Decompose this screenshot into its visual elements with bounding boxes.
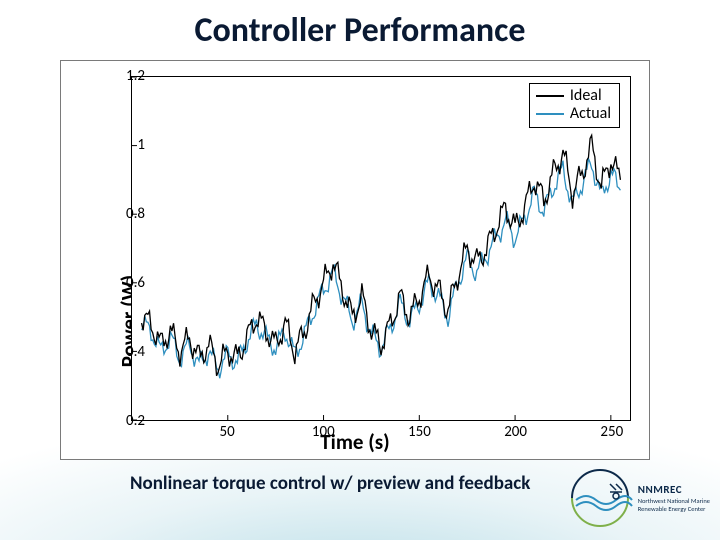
logo-line2: Renewable Energy Center bbox=[638, 506, 710, 513]
x-tick-label: 50 bbox=[220, 423, 235, 441]
y-tick-label: 1 bbox=[105, 136, 145, 154]
y-tick-label: 0.6 bbox=[105, 274, 145, 292]
plot-area: Ideal Actual bbox=[131, 76, 631, 421]
x-tick-label: 250 bbox=[600, 423, 623, 441]
legend: Ideal Actual bbox=[529, 83, 620, 128]
nnmrec-logo: NNMREC Northwest National Marine Renewab… bbox=[566, 464, 710, 532]
legend-swatch-ideal bbox=[536, 95, 564, 97]
slide-title: Controller Performance bbox=[0, 0, 720, 55]
y-tick-label: 0.8 bbox=[105, 205, 145, 223]
legend-entry-actual: Actual bbox=[536, 105, 611, 123]
legend-entry-ideal: Ideal bbox=[536, 87, 611, 105]
y-tick-label: 0.2 bbox=[105, 412, 145, 430]
x-tick-label: 200 bbox=[504, 423, 527, 441]
logo-acronym: NNMREC bbox=[638, 483, 710, 496]
logo-badge-icon bbox=[566, 464, 634, 532]
x-tick-label: 150 bbox=[408, 423, 431, 441]
chart-subtitle: Nonlinear torque control w/ preview and … bbox=[130, 472, 530, 495]
y-tick-label: 0.4 bbox=[105, 343, 145, 361]
y-tick-label: 1.2 bbox=[105, 67, 145, 85]
legend-swatch-actual bbox=[536, 113, 564, 115]
legend-label-actual: Actual bbox=[570, 105, 611, 123]
logo-text: NNMREC Northwest National Marine Renewab… bbox=[638, 483, 710, 512]
chart-frame: Power (W) Time (s) Ideal Actual 0.20.40.… bbox=[60, 60, 650, 460]
legend-label-ideal: Ideal bbox=[570, 87, 602, 105]
x-tick-label: 100 bbox=[312, 423, 335, 441]
